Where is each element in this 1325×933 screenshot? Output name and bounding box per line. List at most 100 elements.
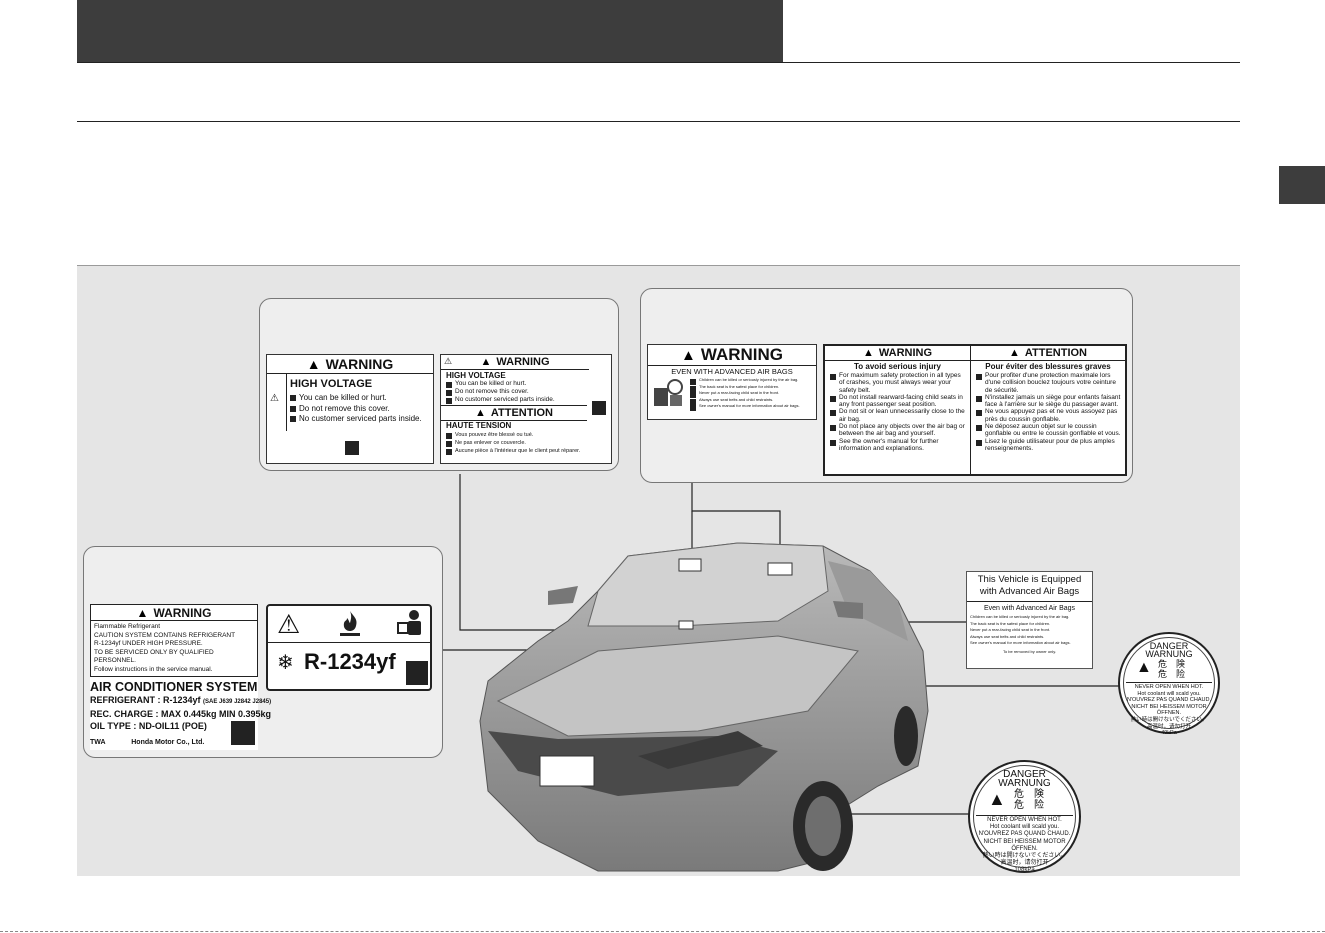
high-voltage-side-icon: ⚠ xyxy=(444,356,453,366)
label-header: ▲ WARNING xyxy=(825,346,970,361)
air-conditioner-label-panel: ▲ WARNING Flammable Refrigerant CAUTION … xyxy=(83,546,443,758)
warning-triangle-icon: ▲ xyxy=(136,605,149,620)
danger-triangle-icon: ▲ xyxy=(1136,659,1152,676)
refrigerant-note: (SAE J639 J2842 J2845) xyxy=(203,699,272,705)
list-item: Ne déposez aucun objet sur le coussin go… xyxy=(976,423,1122,438)
label-code-square xyxy=(592,401,606,415)
child-seat-airbag-icon xyxy=(652,378,686,408)
warning-list-fr: Vous pouvez être blessé ou tué. Ne pas e… xyxy=(446,431,580,455)
warning-box: ▲ WARNING Flammable Refrigerant CAUTION … xyxy=(90,604,258,677)
list-item: Vous pouvez être blessé ou tué. xyxy=(446,431,580,439)
label-title: This Vehicle is Equipped with Advanced A… xyxy=(967,572,1092,602)
warning-triangle-icon: ▲ xyxy=(680,346,696,364)
label-line: Flammable Refrigerant xyxy=(94,623,161,630)
high-voltage-side-icon: ⚠ xyxy=(270,393,279,404)
page-trim-line xyxy=(0,931,1325,932)
list-item: Lisez le guide utilisateur pour de plus … xyxy=(976,438,1122,453)
cap-line: NICHT BEI HEISSEM MOTOR ÖFFNEN. xyxy=(983,838,1066,852)
radiator-cap-label-108kpa: DANGER WARNUNG ▲ 危 険 危 险 NEVER OPEN WHEN… xyxy=(968,760,1081,873)
label-heading: HIGH VOLTAGE xyxy=(446,371,506,380)
label-line: Follow instructions in the service manua… xyxy=(94,665,213,673)
refrigerant-line: REFRIGERANT : R-1234yf xyxy=(90,695,201,705)
air-bag-bilingual-label: ▲ WARNING To avoid serious injury For ma… xyxy=(823,344,1127,476)
warning-triangle-icon: ▲ xyxy=(306,356,321,372)
code-text: TWA xyxy=(90,739,106,746)
warning-list: You can be killed or hurt. Do not remove… xyxy=(290,393,422,425)
label-code-square xyxy=(406,661,428,685)
label-line: See owner's manual for more information … xyxy=(970,640,1071,645)
high-voltage-label-panel: ▲ WARNING ⚠ HIGH VOLTAGE You can be kill… xyxy=(259,298,619,471)
title-rule xyxy=(77,121,1240,122)
kanji-line: 危 险 xyxy=(1158,669,1186,679)
label-footer: To be removed by owner only. xyxy=(1002,648,1057,654)
air-conditioner-label: ▲ WARNING Flammable Refrigerant CAUTION … xyxy=(90,604,271,750)
sun-visor-airbag-label: This Vehicle is Equipped with Advanced A… xyxy=(966,571,1093,669)
warning-triangle-icon: ▲ xyxy=(480,356,492,368)
warning-list: For maximum safety protection in all typ… xyxy=(830,372,967,452)
high-voltage-label-bilingual: ▲ WARNING ⚠ HIGH VOLTAGE You can be kill… xyxy=(440,354,612,464)
label-code-square xyxy=(231,721,255,745)
system-title: AIR CONDITIONER SYSTEM xyxy=(90,680,258,694)
maker-text: Honda Motor Co., Ltd. xyxy=(131,739,205,746)
header-rule xyxy=(77,62,1240,63)
list-item: Do not place any objects over the air ba… xyxy=(830,423,967,438)
list-item: Do not install rearward-facing child sea… xyxy=(830,394,967,409)
label-line: TO BE SERVICED ONLY BY QUALIFIED PERSONN… xyxy=(94,648,214,665)
warning-triangle-icon: ▲ xyxy=(1008,347,1020,359)
cap-pressure: 108kPa xyxy=(1014,867,1035,874)
radiator-cap-label-49kpa: DANGER WARNUNG ▲ 危 険 危 险 NEVER OPEN WHEN… xyxy=(1118,632,1220,736)
kanji-line: 危 险 xyxy=(1014,800,1044,811)
list-item: No customer serviced parts inside. xyxy=(446,396,555,404)
list-item: Aucune pièce à l'intérieur que le client… xyxy=(446,447,580,455)
cap-line: NEVER OPEN WHEN HOT. xyxy=(1134,684,1204,690)
list-item: You can be killed or hurt. xyxy=(290,393,422,404)
warning-list: Children can be killed or seriously inju… xyxy=(690,377,800,411)
list-item: No customer serviced parts inside. xyxy=(290,414,422,425)
air-bag-warning-label: ▲ WARNING EVEN WITH ADVANCED AIR BAGS Ch… xyxy=(647,344,817,420)
label-header: ▲ WARNING xyxy=(441,355,589,370)
service-manual-icon xyxy=(396,609,424,642)
high-voltage-label-us: ▲ WARNING ⚠ HIGH VOLTAGE You can be kill… xyxy=(266,354,434,464)
label-line: R-1234yf UNDER HIGH PRESSURE. xyxy=(94,640,203,647)
list-item: See owner's manual for more information … xyxy=(690,403,800,411)
chapter-tab[interactable] xyxy=(1279,166,1325,204)
cap-line-cn: 高温时，请勿打开 xyxy=(1146,723,1191,730)
list-item: You can be killed or hurt. xyxy=(446,380,555,388)
cap-line: Hot coolant will scald you. xyxy=(1137,690,1201,697)
label-heading-fr: Pour éviter des blessures graves xyxy=(985,362,1111,371)
cap-line: 熱い時は開けないでください。 xyxy=(1130,716,1208,723)
label-subtitle: Even with Advanced Air Bags xyxy=(983,605,1076,612)
kanji-line: 危 険 xyxy=(1158,659,1186,669)
label-header: ▲ WARNING xyxy=(91,605,257,621)
cap-line: N'OUVREZ PAS QUAND CHAUD. xyxy=(1126,697,1212,704)
label-divider xyxy=(268,642,430,643)
cap-line-cn: 高温时，请勿打开 xyxy=(1000,860,1049,867)
warning-list-fr: Pour profiter d'une protection maximale … xyxy=(976,372,1122,452)
cap-line: NEVER OPEN WHEN HOT. xyxy=(987,817,1062,823)
list-item: Do not sit or lean unnecessarily close t… xyxy=(830,408,967,423)
list-item: Ne vous appuyez pas et ne vous assoyez p… xyxy=(976,408,1122,423)
refrigerant-symbol-label: ⚠ ❄ R-1234yf xyxy=(266,604,432,691)
kanji-line: 危 険 xyxy=(1014,789,1044,800)
label-locations-illustration: ▲ WARNING ⚠ HIGH VOLTAGE You can be kill… xyxy=(77,265,1240,876)
cap-line: NICHT BEI HEISSEM MOTOR ÖFFNEN. xyxy=(1131,703,1207,717)
refrigerant-code: R-1234yf xyxy=(304,649,396,674)
label-heading: HIGH VOLTAGE xyxy=(290,378,373,390)
list-item: Do not remove this cover. xyxy=(290,404,422,415)
cap-line: N'OUVREZ PAS QUAND CHAUD. xyxy=(978,831,1071,838)
label-subtitle: EVEN WITH ADVANCED AIR BAGS xyxy=(648,365,816,376)
label-code-square xyxy=(345,441,359,455)
label-line: CAUTION SYSTEM CONTAINS REFRIGERANT xyxy=(94,631,236,639)
list-item: For maximum safety protection in all typ… xyxy=(830,372,967,394)
label-header: ▲ WARNING xyxy=(680,345,784,364)
label-divider xyxy=(286,373,287,431)
list-item: N'installez jamais un siège pour enfants… xyxy=(976,394,1122,409)
attention-header: ▲ ATTENTION xyxy=(441,405,587,421)
warning-triangle-icon: ▲ xyxy=(474,407,486,419)
list-item: Ne pas enlever ce couvercle. xyxy=(446,439,580,447)
warnung-text: WARNUNG xyxy=(1145,649,1193,659)
warnung-text: WARNUNG xyxy=(998,778,1051,789)
flammable-icon xyxy=(338,609,362,642)
vehicle-illustration xyxy=(478,531,938,876)
section-header-bar xyxy=(77,0,783,62)
